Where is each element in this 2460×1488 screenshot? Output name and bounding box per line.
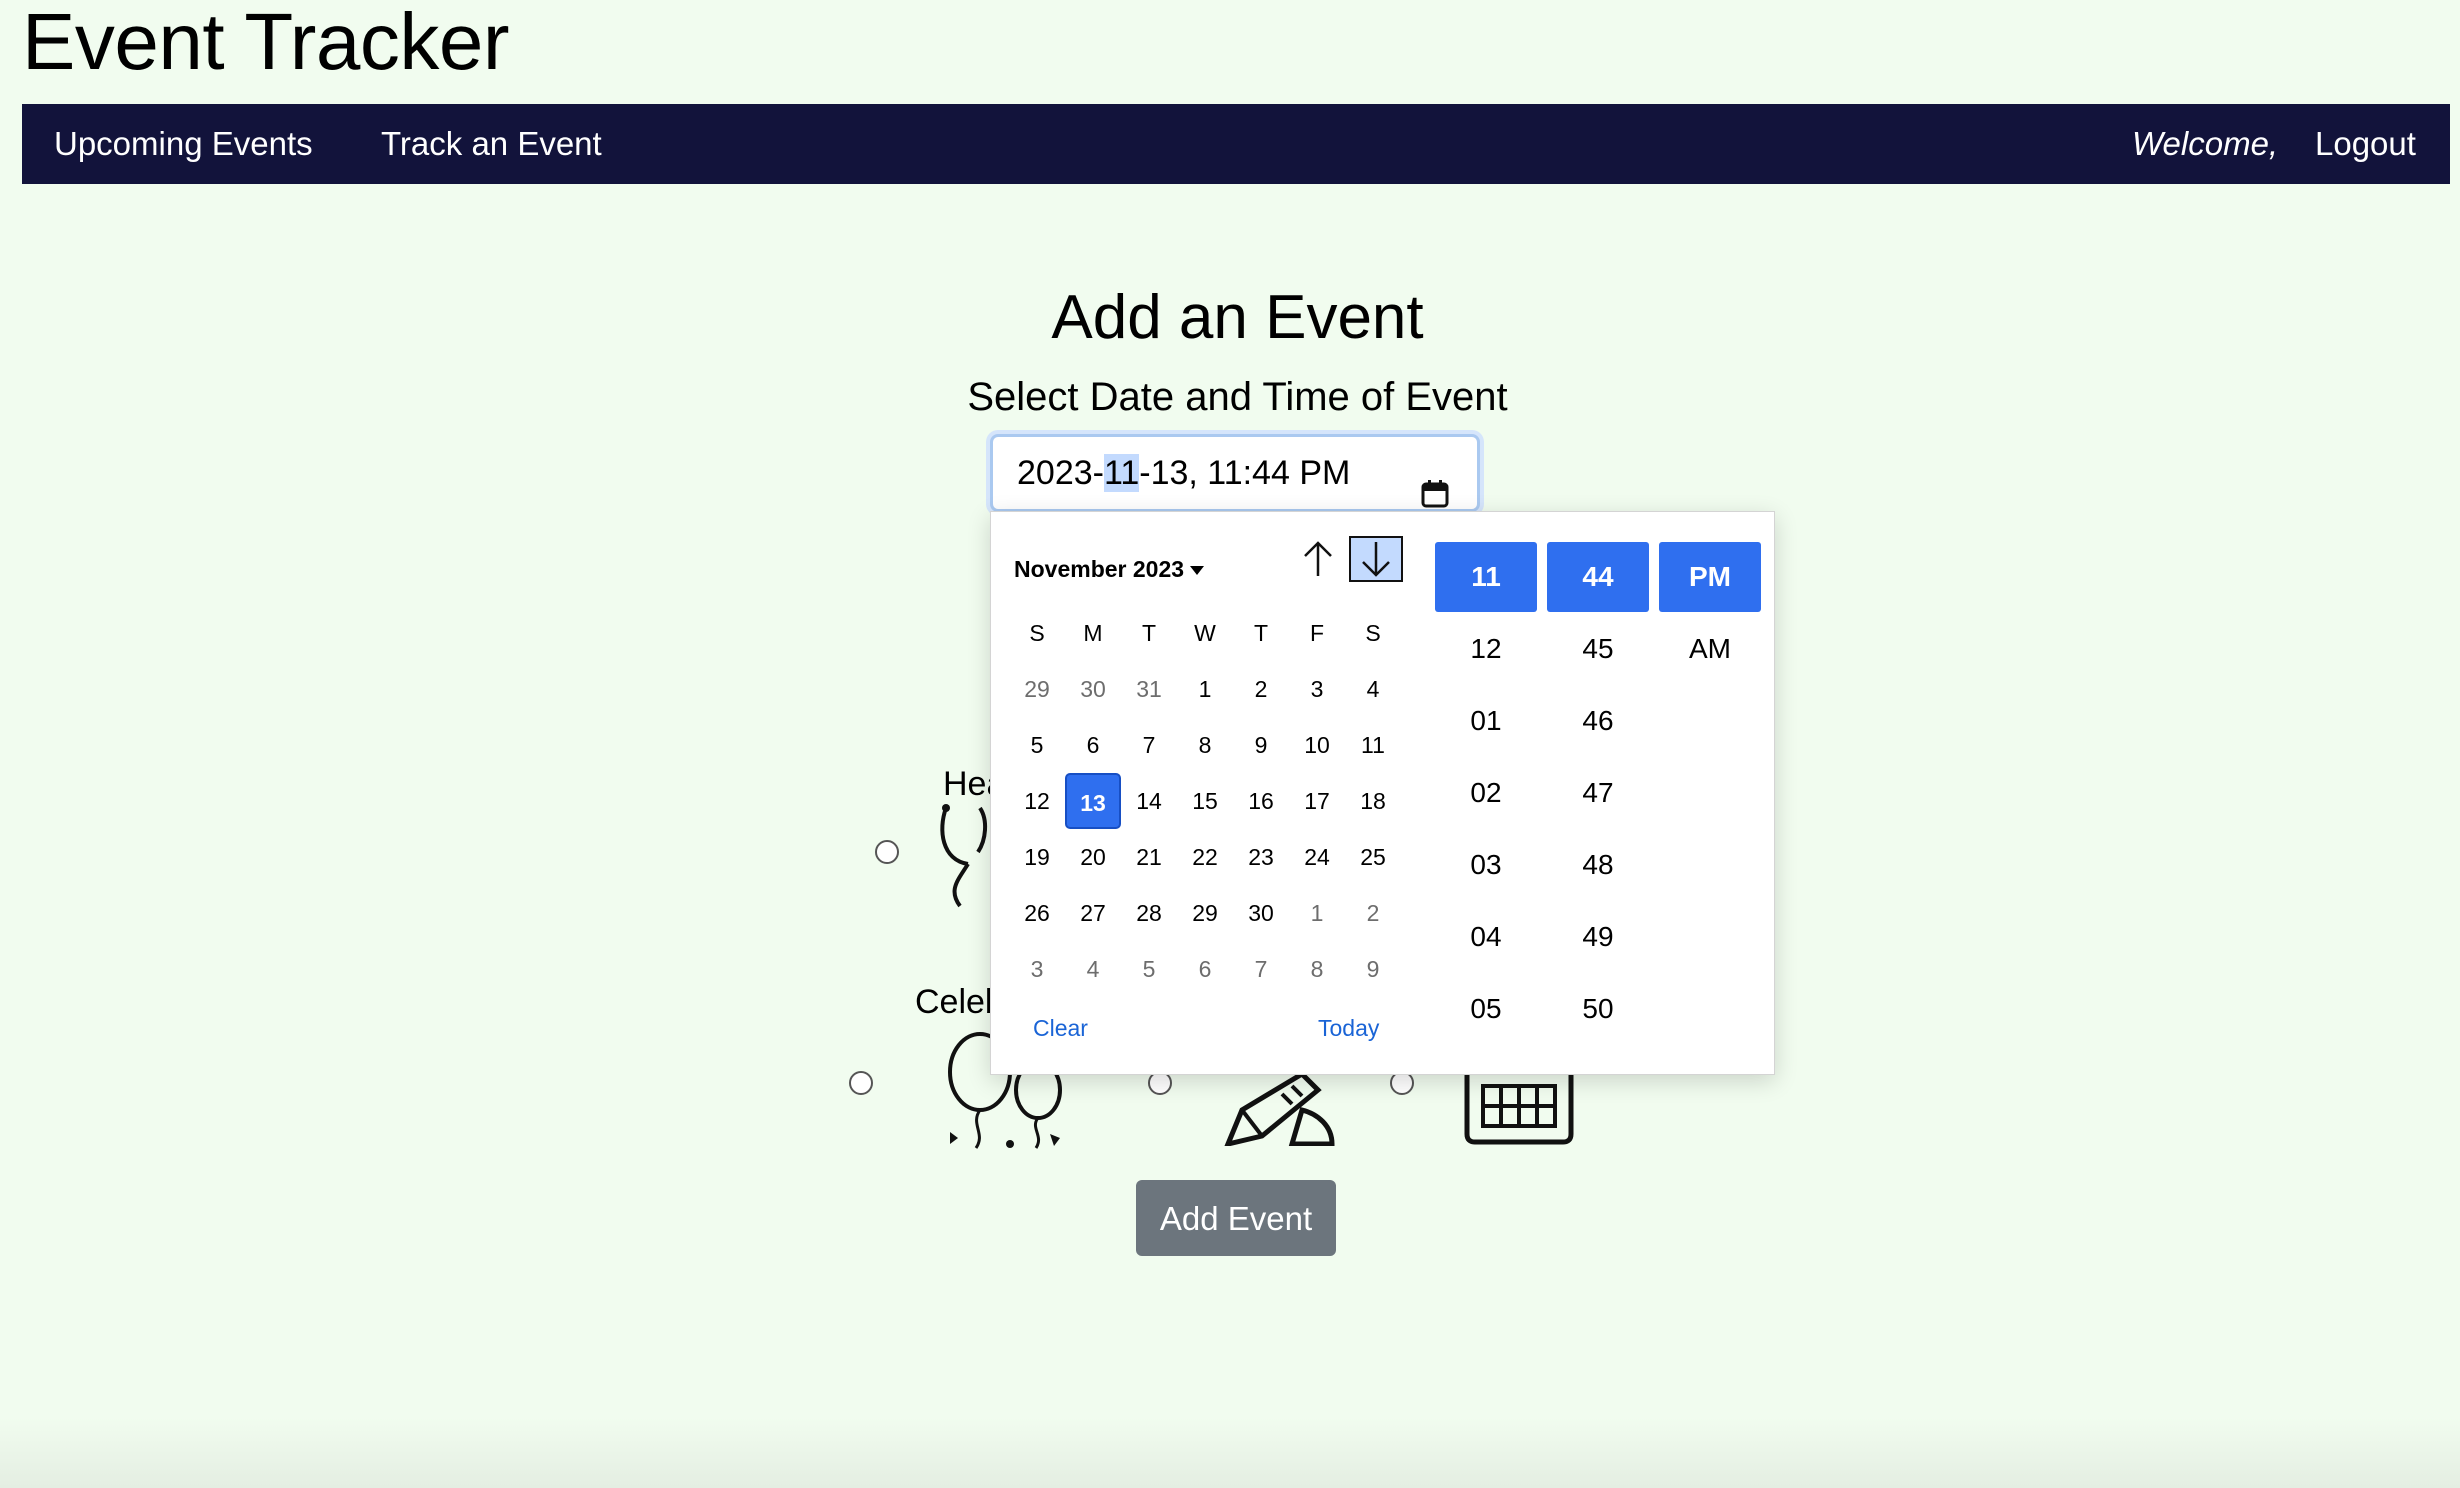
calendar-day[interactable]: 3 [1009, 941, 1065, 997]
calendar-day[interactable]: 19 [1009, 829, 1065, 885]
calendar-day[interactable]: 4 [1345, 661, 1401, 717]
calendar-day[interactable]: 10 [1289, 717, 1345, 773]
hour-option[interactable]: 05 [1435, 974, 1537, 1044]
minute-option[interactable]: 49 [1547, 902, 1649, 972]
minute-option[interactable]: 44 [1547, 542, 1649, 612]
hour-option[interactable]: 12 [1435, 614, 1537, 684]
minute-option[interactable]: 47 [1547, 758, 1649, 828]
calendar-day[interactable]: 26 [1009, 885, 1065, 941]
calendar-day[interactable]: 7 [1121, 717, 1177, 773]
bottom-shadow [0, 1418, 2460, 1488]
calendar-day[interactable]: 17 [1289, 773, 1345, 829]
hour-option[interactable]: 01 [1435, 686, 1537, 756]
hour-option[interactable]: 03 [1435, 830, 1537, 900]
calendar-day[interactable]: 20 [1065, 829, 1121, 885]
calendar-day[interactable]: 23 [1233, 829, 1289, 885]
calendar-day[interactable]: 3 [1289, 661, 1345, 717]
calendar-day[interactable]: 6 [1065, 717, 1121, 773]
previous-month-button[interactable] [1291, 536, 1345, 582]
nav-upcoming-events[interactable]: Upcoming Events [54, 104, 313, 184]
category-celebration-radio[interactable] [849, 1071, 873, 1095]
calendar-day[interactable]: 11 [1345, 717, 1401, 773]
datetime-year[interactable]: 2023 [1017, 454, 1093, 492]
add-event-button[interactable]: Add Event [1136, 1180, 1336, 1256]
calendar-day[interactable]: 16 [1233, 773, 1289, 829]
ampm-option[interactable]: AM [1659, 614, 1761, 684]
minute-option[interactable]: 50 [1547, 974, 1649, 1044]
calendar-day[interactable]: 18 [1345, 773, 1401, 829]
category-health-radio[interactable] [875, 840, 899, 864]
calendar-day[interactable]: 29 [1009, 661, 1065, 717]
calendar-day[interactable]: 1 [1289, 885, 1345, 941]
today-button[interactable]: Today [1318, 1010, 1379, 1046]
weekday-label: F [1309, 620, 1325, 646]
calendar-day[interactable]: 25 [1345, 829, 1401, 885]
calendar-day[interactable]: 6 [1177, 941, 1233, 997]
minute-option[interactable]: 46 [1547, 686, 1649, 756]
ampm-option[interactable]: PM [1659, 542, 1761, 612]
datetime-picker-popup: November 2023 SMTWTFS 29 30 31 1 2 3 4 5 6 7 8 9 10 1… [990, 511, 1775, 1075]
calendar-day[interactable]: 4 [1065, 941, 1121, 997]
hour-option[interactable]: 04 [1435, 902, 1537, 972]
pencil-ruler-icon [1222, 1070, 1336, 1151]
page-title: Add an Event [1051, 283, 1424, 352]
calendar-day[interactable]: 14 [1121, 773, 1177, 829]
arrow-down-icon [1362, 542, 1390, 577]
weekday-label: S [1365, 620, 1381, 646]
welcome-text: Welcome, [2132, 125, 2279, 162]
datetime-input[interactable]: 2023-11-13, 11:44 PM [990, 434, 1480, 512]
weekday-label: M [1083, 620, 1103, 646]
calendar-day[interactable]: 5 [1009, 717, 1065, 773]
datetime-day-time[interactable]: 13, 11:44 [1151, 454, 1290, 492]
weekday-label: T [1141, 620, 1157, 646]
calendar-day[interactable]: 1 [1177, 661, 1233, 717]
nav-track-event[interactable]: Track an Event [381, 104, 602, 184]
weekday-label: T [1253, 620, 1269, 646]
datetime-ampm[interactable]: PM [1299, 454, 1350, 492]
calendar-day[interactable]: 21 [1121, 829, 1177, 885]
calendar-day[interactable]: 24 [1289, 829, 1345, 885]
calendar-day[interactable]: 22 [1177, 829, 1233, 885]
clear-button[interactable]: Clear [1033, 1010, 1088, 1046]
calendar-day[interactable]: 2 [1345, 885, 1401, 941]
calendar-day[interactable]: 8 [1289, 941, 1345, 997]
calendar-day[interactable]: 9 [1233, 717, 1289, 773]
calendar-day[interactable]: 31 [1121, 661, 1177, 717]
calendar-grid-icon [1463, 1070, 1575, 1151]
calendar-day[interactable]: 29 [1177, 885, 1233, 941]
datetime-separator: - [1092, 454, 1104, 492]
next-month-button[interactable] [1349, 536, 1403, 582]
calendar-day[interactable]: 5 [1121, 941, 1177, 997]
calendar-day[interactable]: 27 [1065, 885, 1121, 941]
calendar-day[interactable]: 15 [1177, 773, 1233, 829]
hour-option[interactable]: 11 [1435, 542, 1537, 612]
calendar-day[interactable]: 12 [1009, 773, 1065, 829]
navbar: Upcoming Events Track an Event Welcome, … [22, 104, 2450, 184]
month-year-label: November 2023 [1014, 556, 1185, 582]
hour-option[interactable]: 02 [1435, 758, 1537, 828]
calendar-day[interactable]: 30 [1065, 661, 1121, 717]
calendar-day[interactable]: 30 [1233, 885, 1289, 941]
datetime-separator: - [1139, 454, 1151, 492]
app-title: Event Tracker [22, 0, 510, 86]
calendar-day[interactable]: 8 [1177, 717, 1233, 773]
calendar-day[interactable]: 28 [1121, 885, 1177, 941]
calendar-day[interactable]: 2 [1233, 661, 1289, 717]
weekday-label: S [1029, 620, 1045, 646]
stethoscope-icon [938, 800, 998, 915]
minute-option[interactable]: 45 [1547, 614, 1649, 684]
caret-down-icon [1190, 566, 1205, 576]
nav-logout[interactable]: Logout [2315, 104, 2416, 184]
calendar-day[interactable]: 9 [1345, 941, 1401, 997]
calendar-day[interactable]: 13 [1065, 773, 1121, 829]
date-time-label: Select Date and Time of Event [967, 375, 1508, 419]
month-year-selector[interactable]: November 2023 [1014, 542, 1205, 596]
arrow-up-icon [1304, 541, 1332, 576]
calendar-day[interactable]: 7 [1233, 941, 1289, 997]
weekday-label: W [1194, 620, 1216, 646]
minute-option[interactable]: 48 [1547, 830, 1649, 900]
datetime-month[interactable]: 11 [1103, 454, 1140, 492]
